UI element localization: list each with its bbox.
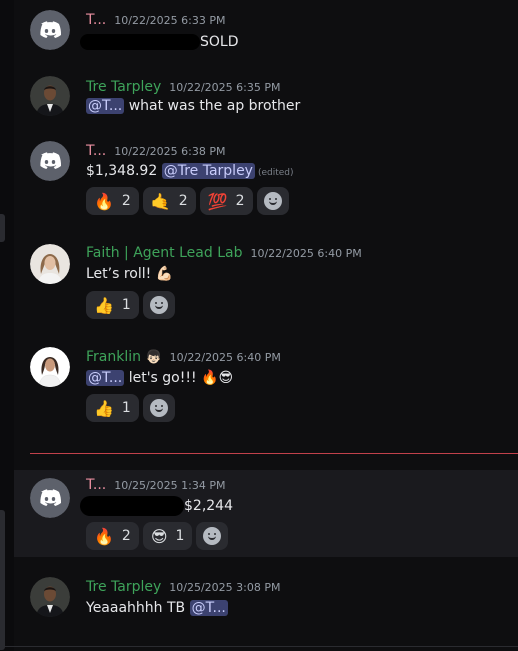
message-3: T... 10/22/2025 6:38 PM $1,348.92 @Tre Ta…	[14, 136, 518, 232]
add-reaction-smile-icon	[149, 296, 168, 314]
author-badge-emoji: 👦🏻	[145, 350, 162, 365]
add-reaction-smile-icon	[203, 527, 222, 545]
thumbs-up-emoji-icon: 👍	[94, 398, 114, 418]
edited-label: (edited)	[257, 168, 294, 178]
redacted-text	[80, 496, 184, 516]
author-name[interactable]: Tre Tarpley	[86, 579, 161, 595]
discord-logo-icon	[30, 10, 70, 50]
reaction-fire[interactable]: 🔥 2	[86, 187, 139, 215]
user-mention[interactable]: @T...	[189, 600, 228, 616]
reactions-bar: 👍 1	[86, 394, 175, 422]
message-1: T... 10/22/2025 6:33 PM SOLD	[14, 0, 518, 66]
reaction-count: 1	[175, 528, 185, 544]
redacted-text	[80, 34, 200, 50]
add-reaction-smile-icon	[149, 399, 168, 417]
message-text: SOLD	[200, 34, 239, 50]
reaction-sunglasses[interactable]: 😎 1	[142, 522, 193, 550]
timestamp: 10/22/2025 6:40 PM	[250, 247, 362, 260]
reaction-count: 2	[121, 528, 131, 544]
message-text: let's go!!! 🔥😎	[128, 370, 234, 386]
avatar-photo-icon	[30, 244, 70, 284]
author-name[interactable]: Franklin	[86, 349, 141, 365]
discord-logo-icon	[30, 478, 70, 518]
reaction-hundred[interactable]: 💯 2	[199, 187, 253, 215]
avatar[interactable]	[30, 141, 70, 181]
reactions-bar: 👍 1	[86, 291, 175, 319]
avatar[interactable]	[30, 76, 70, 116]
avatar-photo-icon	[30, 577, 70, 617]
timestamp: 10/25/2025 1:34 PM	[114, 479, 226, 492]
avatar-photo-icon	[30, 76, 70, 116]
user-mention[interactable]: @T...	[86, 98, 125, 114]
reaction-count: 2	[178, 193, 188, 209]
user-mention[interactable]: @Tre Tarpley	[161, 163, 255, 179]
avatar[interactable]	[30, 577, 70, 617]
author-name[interactable]: T...	[86, 477, 106, 493]
timestamp: 10/22/2025 6:35 PM	[169, 81, 281, 94]
fire-emoji-icon: 🔥	[94, 526, 114, 546]
author-name[interactable]: T...	[86, 143, 106, 159]
reactions-bar: 🔥 2 😎 1	[86, 522, 229, 550]
avatar[interactable]	[30, 10, 70, 50]
add-reaction-button[interactable]	[142, 291, 175, 319]
sunglasses-emoji-icon: 😎	[150, 526, 168, 546]
message-text: what was the ap brother	[128, 98, 301, 114]
hundred-points-emoji-icon: 💯	[207, 191, 228, 211]
avatar[interactable]	[30, 347, 70, 387]
message-text: $1,348.92	[86, 163, 158, 179]
add-reaction-button[interactable]	[196, 522, 229, 550]
author-name[interactable]: Tre Tarpley	[86, 79, 161, 95]
user-mention[interactable]: @T...	[86, 370, 125, 386]
add-reaction-button[interactable]	[142, 394, 175, 422]
timestamp: 10/22/2025 6:40 PM	[169, 351, 281, 364]
discord-logo-icon	[30, 141, 70, 181]
message-7: Tre Tarpley 10/25/2025 3:08 PM Yeaaahhhh …	[14, 557, 518, 646]
edge-marker	[0, 214, 5, 242]
message-6: T... 10/25/2025 1:34 PM $2,244 🔥 2 😎 1	[14, 470, 518, 557]
avatar[interactable]	[30, 244, 70, 284]
message-2: Tre Tarpley 10/22/2025 6:35 PM @T... what…	[14, 66, 518, 136]
reaction-thumbs-up[interactable]: 👍 1	[86, 394, 139, 422]
reaction-count: 1	[121, 400, 131, 416]
message-text: $2,244	[184, 498, 233, 514]
new-messages-divider	[30, 453, 518, 454]
avatar[interactable]	[30, 478, 70, 518]
call-me-hand-emoji-icon: 🤙	[150, 191, 171, 211]
fire-emoji-icon: 🔥	[94, 191, 114, 211]
message-text: Let’s roll! 💪🏻	[86, 266, 174, 282]
add-reaction-smile-icon	[263, 192, 282, 210]
reaction-fire[interactable]: 🔥 2	[86, 522, 139, 550]
reaction-thumbs-up[interactable]: 👍 1	[86, 291, 139, 319]
add-reaction-button[interactable]	[256, 187, 289, 215]
message-4: Faith | Agent Lead Lab 10/22/2025 6:40 PM…	[14, 232, 518, 330]
timestamp: 10/22/2025 6:38 PM	[114, 145, 226, 158]
avatar-photo-icon	[30, 347, 70, 387]
reaction-count: 1	[121, 297, 131, 313]
author-name[interactable]: Faith | Agent Lead Lab	[86, 245, 242, 261]
reactions-bar: 🔥 2 🤙 2 💯 2	[86, 187, 289, 215]
message-text: Yeaaahhhh TB	[86, 600, 186, 616]
timestamp: 10/22/2025 6:33 PM	[114, 14, 226, 27]
reaction-call-me[interactable]: 🤙 2	[142, 187, 196, 215]
timestamp: 10/25/2025 3:08 PM	[169, 581, 281, 594]
message-5: Franklin 👦🏻 10/22/2025 6:40 PM @T... let'…	[14, 330, 518, 440]
composer-top-border	[0, 646, 518, 647]
reaction-count: 2	[121, 193, 131, 209]
author-name[interactable]: T...	[86, 12, 106, 28]
thumbs-up-emoji-icon: 👍	[94, 295, 114, 315]
reaction-count: 2	[235, 193, 245, 209]
edge-marker	[0, 510, 5, 650]
